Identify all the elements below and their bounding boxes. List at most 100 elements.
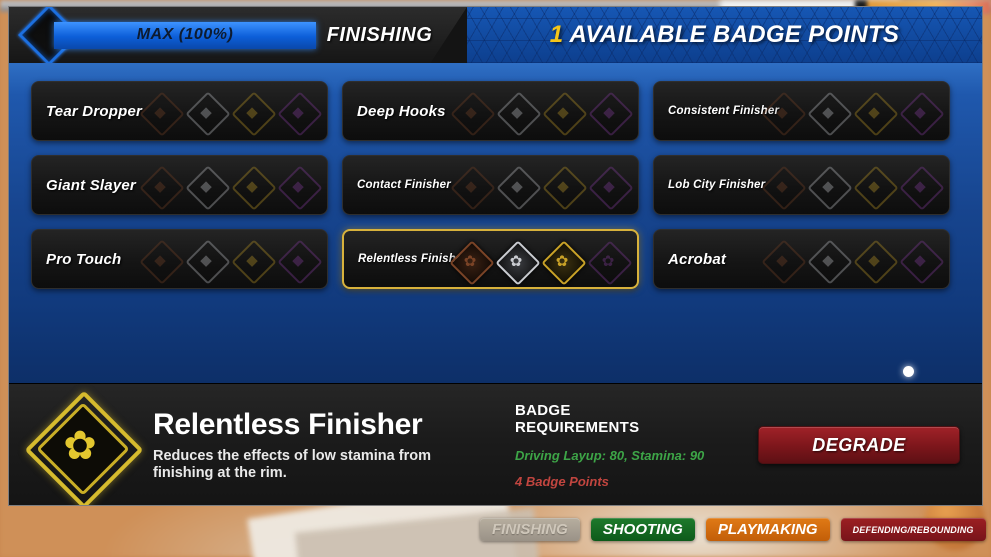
degrade-button-label: DEGRADE	[812, 434, 906, 455]
available-points-text: 1 AVAILABLE BADGE POINTS	[550, 21, 899, 49]
tier-glyph-icon: ◆	[557, 103, 569, 121]
badge-tier-row: ◆ ◆ ◆ ◆	[450, 82, 634, 140]
badge-tier-silver: ◆	[185, 91, 231, 137]
scroll-indicator-dot[interactable]	[903, 366, 914, 377]
badge-tier-bronze: ◆	[139, 165, 185, 211]
tier-glyph-icon: ◆	[868, 103, 880, 121]
available-points-label: AVAILABLE BADGE POINTS	[569, 21, 900, 48]
badge-card[interactable]: Acrobat ◆ ◆ ◆ ◆	[653, 229, 950, 289]
tier-glyph-icon: ◆	[292, 251, 304, 269]
tab-shooting[interactable]: SHOOTING	[590, 518, 695, 541]
tier-glyph-icon: ◆	[292, 103, 304, 121]
badge-card[interactable]: Giant Slayer ◆ ◆ ◆ ◆	[31, 155, 328, 215]
tier-glyph-icon: ◆	[200, 103, 212, 121]
badge-tier-row: ◆ ◆ ◆ ◆	[139, 230, 323, 288]
tab-label: SHOOTING	[602, 521, 683, 538]
tab-label: PLAYMAKING	[717, 521, 818, 538]
badge-tier-silver: ◆	[807, 91, 853, 137]
badge-tier-hof: ◆	[277, 91, 323, 137]
badge-detail-panel: ✿ Relentless Finisher Reduces the effect…	[9, 383, 982, 505]
badge-tier-hof: ◆	[899, 165, 945, 211]
requirements-heading: BADGE REQUIREMENTS	[515, 402, 745, 437]
tier-glyph-icon: ◆	[914, 103, 926, 121]
tier-glyph-icon: ◆	[154, 177, 166, 195]
badge-tier-gold: ◆	[542, 91, 588, 137]
tier-glyph-icon: ◆	[776, 251, 788, 269]
tier-glyph-icon: ◆	[511, 103, 523, 121]
header-bar: MAX (100%) FINISHING 1 AVAILABLE BADGE P…	[9, 7, 982, 63]
badge-card-title: Giant Slayer	[46, 176, 136, 194]
badge-tier-row: ◆ ◆ ◆ ◆	[450, 156, 634, 214]
tier-glyph-icon: ◆	[246, 103, 258, 121]
tier-glyph-icon: ◆	[511, 177, 523, 195]
badge-card-title: Pro Touch	[46, 250, 122, 268]
progress-section: MAX (100%) FINISHING	[9, 7, 467, 63]
badge-requirements: BADGE REQUIREMENTS Driving Layup: 80, St…	[515, 402, 745, 489]
requirements-heading-line2: REQUIREMENTS	[515, 419, 640, 436]
badge-tier-gold: ◆	[853, 165, 899, 211]
tier-glyph-icon: ◆	[154, 103, 166, 121]
tab-playmaking[interactable]: PLAYMAKING	[705, 518, 830, 541]
badge-tier-gold: ◆	[853, 91, 899, 137]
badge-tier-gold: ◆	[231, 239, 277, 285]
tab-label: FINISHING	[492, 521, 568, 538]
requirements-cost: 4 Badge Points	[515, 473, 609, 489]
badge-tier-gold: ◆	[231, 91, 277, 137]
tab-defending-rebounding[interactable]: DEFENDING/REBOUNDING	[840, 518, 986, 541]
tier-glyph-icon: ◆	[200, 251, 212, 269]
badge-tier-hof: ◆	[588, 165, 634, 211]
tier-glyph-icon: ◆	[776, 177, 788, 195]
badge-card[interactable]: Deep Hooks ◆ ◆ ◆ ◆	[342, 81, 639, 141]
requirements-stats: Driving Layup: 80, Stamina: 90	[515, 447, 705, 463]
badge-tier-silver: ◆	[807, 239, 853, 285]
badge-grid: Tear Dropper ◆ ◆ ◆ ◆ Deep Hooks ◆ ◆ ◆ ◆ Consistent…	[31, 81, 951, 289]
badge-tier-hof: ◆	[277, 165, 323, 211]
badge-tier-hof: ✿	[587, 240, 633, 286]
tier-glyph-icon: ✿	[509, 252, 523, 270]
badge-card[interactable]: Tear Dropper ◆ ◆ ◆ ◆	[31, 81, 328, 141]
badge-tier-row: ◆ ◆ ◆ ◆	[761, 156, 945, 214]
badge-tier-row: ◆ ◆ ◆ ◆	[139, 82, 323, 140]
badge-tier-bronze: ◆	[761, 165, 807, 211]
tier-glyph-icon: ◆	[246, 251, 258, 269]
tier-glyph-icon: ◆	[776, 103, 788, 121]
badge-tier-hof: ◆	[899, 91, 945, 137]
tier-glyph-icon: ◆	[292, 177, 304, 195]
badge-tier-hof: ◆	[899, 239, 945, 285]
badge-tier-silver: ◆	[185, 165, 231, 211]
badge-card[interactable]: Contact Finisher ◆ ◆ ◆ ◆	[342, 155, 639, 215]
badge-tier-bronze: ◆	[139, 239, 185, 285]
degrade-button[interactable]: DEGRADE	[758, 426, 960, 464]
badge-card[interactable]: Relentless Finisher ✿ ✿ ✿ ✿	[342, 229, 639, 289]
tier-glyph-icon: ✿	[555, 252, 569, 270]
category-tabs: FINISHING SHOOTING PLAYMAKING DEFENDING/REB…	[480, 518, 986, 541]
badge-card[interactable]: Consistent Finisher ◆ ◆ ◆ ◆	[653, 81, 950, 141]
available-points-value: 1	[549, 21, 564, 48]
tier-glyph-icon: ◆	[246, 177, 258, 195]
badge-tier-silver: ◆	[496, 91, 542, 137]
badge-progress-bar: MAX (100%)	[54, 21, 316, 49]
tier-glyph-icon: ◆	[822, 103, 834, 121]
badge-tier-gold: ◆	[542, 165, 588, 211]
tier-glyph-icon: ◆	[822, 251, 834, 269]
tier-glyph-icon: ◆	[154, 251, 166, 269]
tier-glyph-icon: ◆	[557, 177, 569, 195]
badge-tier-hof: ◆	[588, 91, 634, 137]
badge-tier-row: ◆ ◆ ◆ ◆	[761, 82, 945, 140]
tier-glyph-icon: ◆	[822, 177, 834, 195]
tier-glyph-icon: ◆	[603, 177, 615, 195]
badge-card-title: Acrobat	[668, 250, 727, 268]
badge-card-title: Contact Finisher	[357, 179, 451, 191]
badge-tier-bronze: ◆	[139, 91, 185, 137]
badge-detail-title: Relentless Finisher	[153, 408, 423, 442]
progress-label: MAX (100%)	[136, 26, 234, 43]
badge-card[interactable]: Lob City Finisher ◆ ◆ ◆ ◆	[653, 155, 950, 215]
tab-finishing[interactable]: FINISHING	[480, 518, 580, 541]
tier-glyph-icon: ◆	[868, 177, 880, 195]
badge-tier-row: ◆ ◆ ◆ ◆	[761, 230, 945, 288]
tier-glyph-icon: ◆	[914, 251, 926, 269]
badge-card[interactable]: Pro Touch ◆ ◆ ◆ ◆	[31, 229, 328, 289]
badge-tier-silver: ✿	[495, 240, 541, 286]
tier-glyph-icon: ◆	[868, 251, 880, 269]
tier-glyph-icon: ◆	[465, 177, 477, 195]
